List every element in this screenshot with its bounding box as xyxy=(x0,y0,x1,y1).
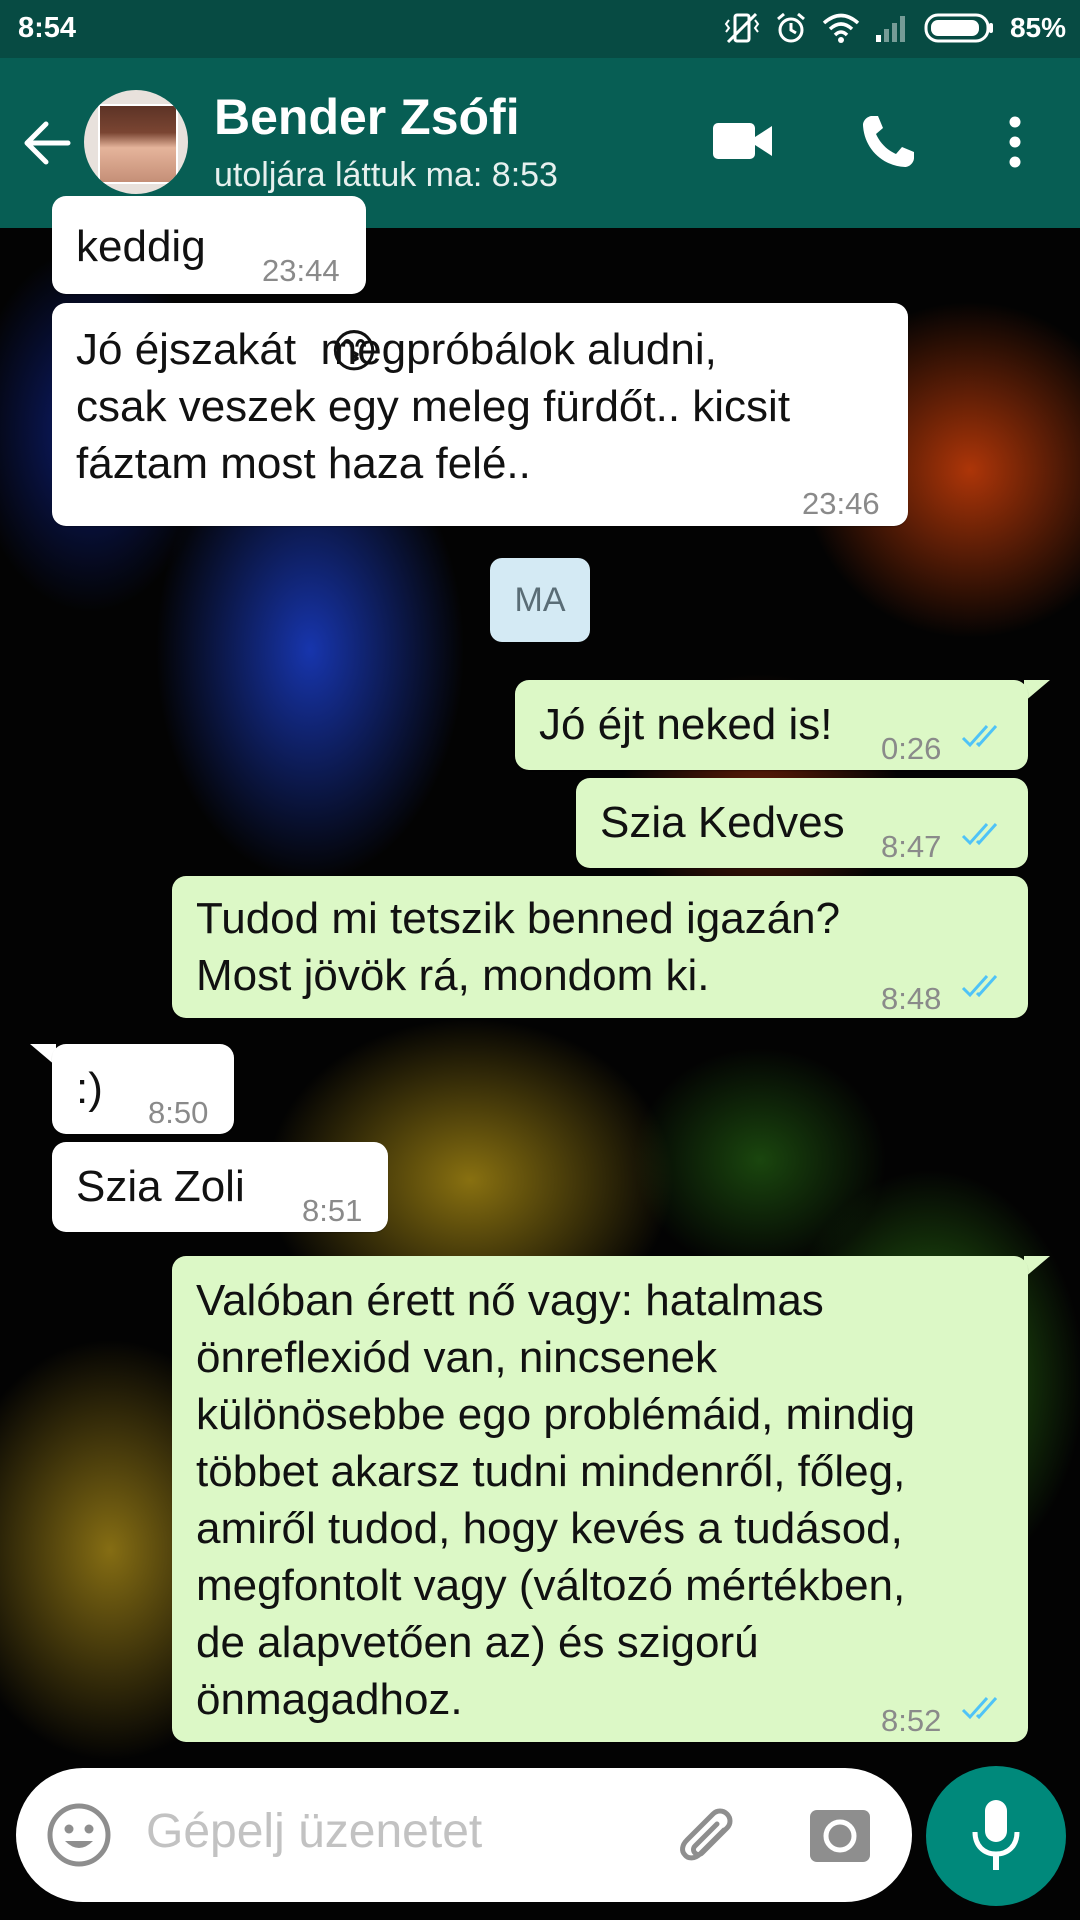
message-line: amiről tudod, hogy kevés a tudásod, xyxy=(196,1504,903,1553)
message-incoming[interactable]: Jó éjszakát megpróbálok aludni, csak ves… xyxy=(52,303,908,526)
message-text: Szia Zoli xyxy=(76,1162,245,1211)
date-separator: MA xyxy=(490,558,590,642)
message-text: :) xyxy=(76,1064,103,1113)
message-line: fáztam most haza felé.. xyxy=(76,439,531,488)
avatar[interactable] xyxy=(84,90,188,194)
message-line: önmagadhoz. xyxy=(196,1675,463,1724)
message-outgoing[interactable]: Valóban érett nő vagy: hatalmas önreflex… xyxy=(172,1256,1028,1742)
message-text: Jó éjszakát megpróbálok aludni, csak ves… xyxy=(76,321,790,492)
message-time: 8:48 xyxy=(881,981,942,1016)
message-text: keddig xyxy=(76,222,206,271)
last-seen-status: utoljára láttuk ma: 8:53 xyxy=(214,156,558,194)
wifi-icon xyxy=(822,13,860,43)
battery-percentage: 85% xyxy=(1009,12,1066,43)
read-receipt-icon xyxy=(961,822,998,846)
message-time: 23:44 xyxy=(262,253,340,288)
message-outgoing[interactable]: Jó éjt neked is! 0:26 xyxy=(515,680,1028,770)
microphone-icon xyxy=(972,1800,1020,1870)
read-receipt-icon xyxy=(961,974,998,998)
message-time: 8:52 xyxy=(881,1703,942,1738)
emoji-icon[interactable] xyxy=(46,1802,112,1868)
message-input[interactable]: Gépelj üzenetet xyxy=(146,1804,482,1859)
message-incoming[interactable]: keddig 23:44 xyxy=(52,196,366,294)
alarm-icon xyxy=(776,12,805,43)
status-time: 8:54 xyxy=(18,12,77,44)
message-composer[interactable]: Gépelj üzenetet xyxy=(16,1768,912,1902)
phone-icon[interactable] xyxy=(858,112,918,172)
message-incoming[interactable]: Szia Zoli 8:51 xyxy=(52,1142,388,1232)
kissing-face-emoji: 😙 xyxy=(330,325,378,377)
read-receipt-icon xyxy=(961,1696,998,1720)
message-text: Jó éjt neked is! xyxy=(539,700,833,749)
status-icons: 85% xyxy=(724,10,1066,46)
status-bar: 8:54 85% xyxy=(0,0,1080,58)
signal-icon xyxy=(875,16,905,42)
battery-icon xyxy=(924,13,993,43)
message-time: 23:46 xyxy=(802,486,880,521)
video-call-icon[interactable] xyxy=(710,110,776,172)
back-arrow-icon[interactable] xyxy=(20,116,74,170)
more-options-icon[interactable] xyxy=(1000,114,1030,170)
message-line: különösebbe ego problémáid, mindig xyxy=(196,1390,916,1439)
message-line: Most jövök rá, mondom ki. xyxy=(196,951,710,1000)
message-incoming[interactable]: :) 8:50 xyxy=(52,1044,234,1134)
message-text: Tudod mi tetszik benned igazán? Most jöv… xyxy=(196,890,840,1004)
message-line: Jó éjszakát megpróbálok aludni, xyxy=(76,325,717,374)
vibrate-off-icon xyxy=(724,12,760,44)
voice-message-button[interactable] xyxy=(926,1766,1066,1906)
message-line: Valóban érett nő vagy: hatalmas xyxy=(196,1276,824,1325)
attachment-icon[interactable] xyxy=(672,1800,742,1870)
message-line: önreflexiód van, nincsenek xyxy=(196,1333,717,1382)
message-line: de alapvetően az) és szigorú xyxy=(196,1618,759,1667)
contact-name[interactable]: Bender Zsófi xyxy=(214,88,520,146)
message-line: többet akarsz tudni mindenről, főleg, xyxy=(196,1447,906,1496)
message-text: Valóban érett nő vagy: hatalmas önreflex… xyxy=(196,1272,915,1728)
message-outgoing[interactable]: Tudod mi tetszik benned igazán? Most jöv… xyxy=(172,876,1028,1018)
camera-icon[interactable] xyxy=(808,1804,872,1864)
message-outgoing[interactable]: Szia Kedves 8:47 xyxy=(576,778,1028,868)
message-time: 0:26 xyxy=(881,731,942,766)
message-time: 8:47 xyxy=(881,829,942,864)
message-time: 8:51 xyxy=(302,1193,363,1228)
message-line: Tudod mi tetszik benned igazán? xyxy=(196,894,841,943)
message-line: megfontolt vagy (változó mértékben, xyxy=(196,1561,906,1610)
avatar-photo xyxy=(98,104,178,184)
message-time: 8:50 xyxy=(148,1095,209,1130)
message-text: Szia Kedves xyxy=(600,798,845,847)
read-receipt-icon xyxy=(961,724,998,748)
message-line: csak veszek egy meleg fürdőt.. kicsit xyxy=(76,382,791,431)
